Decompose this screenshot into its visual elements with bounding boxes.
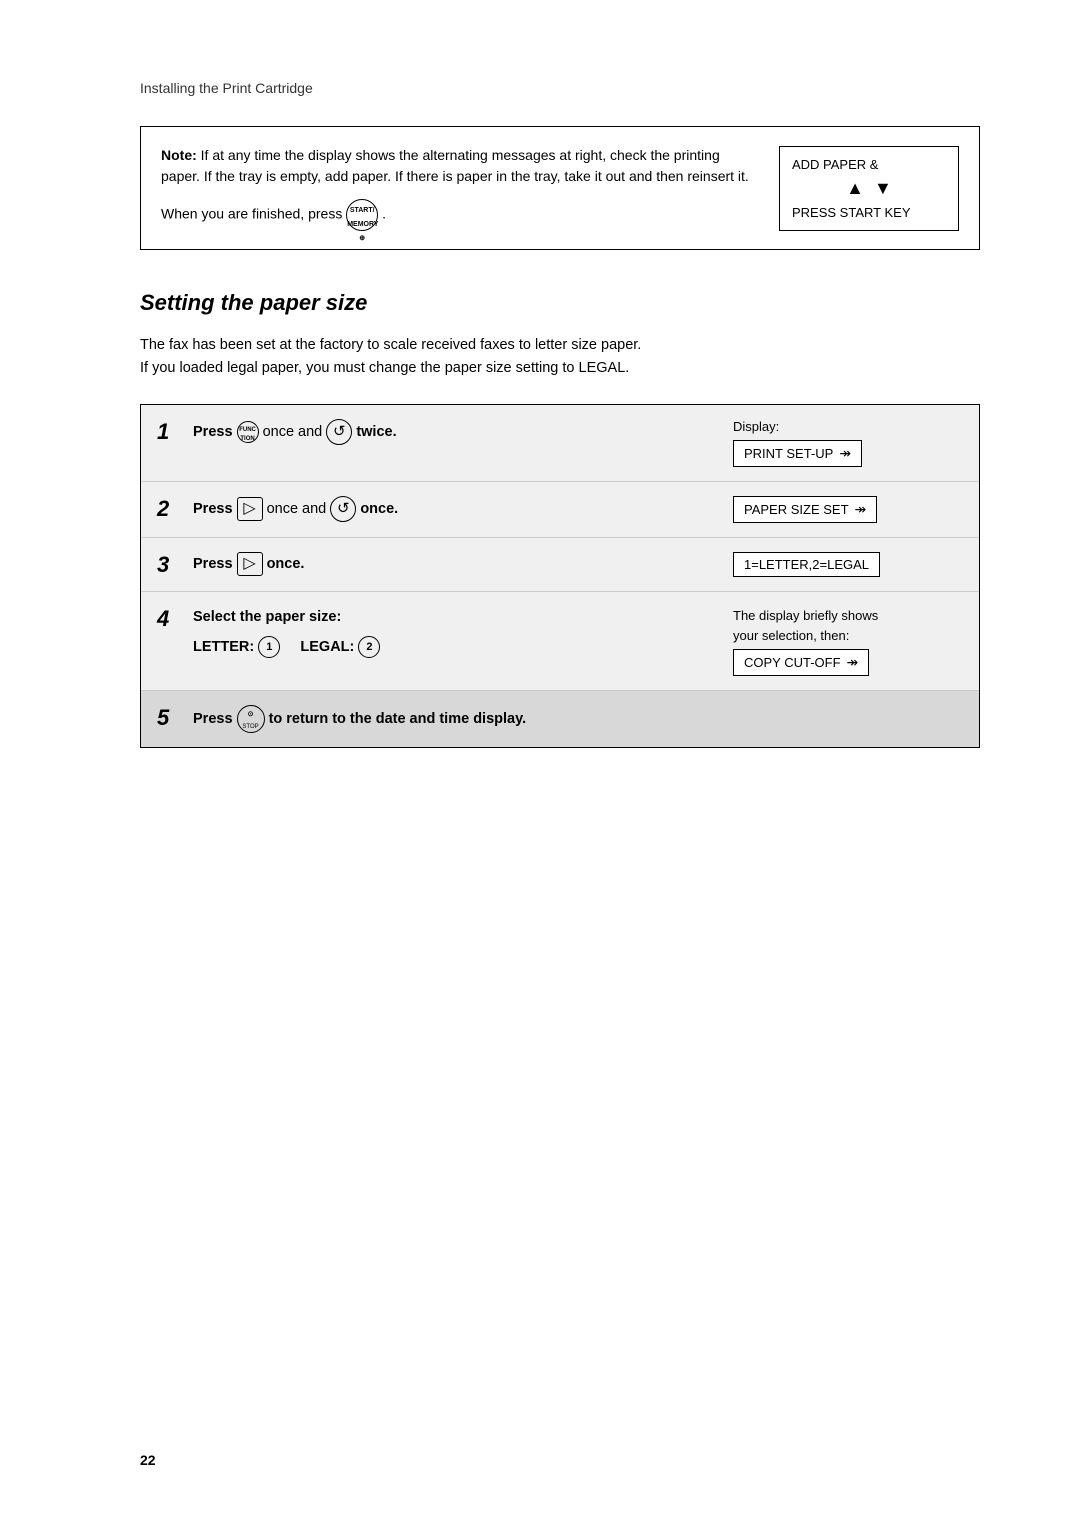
step-row-5: 5 Press ⊙STOP to return to the date and … [141, 691, 979, 747]
step-display-2: PAPER SIZE SET ↠ [733, 496, 963, 523]
key-2-icon: 2 [358, 636, 380, 658]
display-arrow-2: ↠ [855, 501, 867, 518]
function-button-icon: FUNCTION [237, 421, 259, 443]
display-arrow-4: ↠ [847, 654, 859, 671]
note-right-box: ADD PAPER & ▲ ▼ PRESS START KEY [779, 146, 959, 231]
section-title: Setting the paper size [140, 290, 980, 316]
step-number-4: 4 [157, 606, 185, 630]
right-nav-3-icon: ▷ [237, 552, 263, 576]
right-nav-icon: ▷ [237, 497, 263, 521]
add-paper-text: ADD PAPER & [792, 157, 946, 172]
display-multi-4: The display briefly shows your selection… [733, 606, 878, 645]
display-box-4: COPY CUT-OFF ↠ [733, 649, 869, 676]
up-arrow-icon: ▲ [846, 178, 864, 199]
note-label: Note: [161, 147, 197, 163]
step-row-2: 2 Press ▷ once and ↺ once. PAPER SIZE SE… [141, 482, 979, 538]
section-intro: The fax has been set at the factory to s… [140, 334, 980, 380]
display-arrow-1: ↠ [839, 445, 851, 462]
scroll-up-2-icon: ↺ [330, 496, 356, 522]
key-1-icon: 1 [258, 636, 280, 658]
note-finish: When you are finished, press START/MEMOR… [161, 199, 759, 231]
note-box: Note: If at any time the display shows t… [140, 126, 980, 250]
step4-sub: LETTER: 1 LEGAL: 2 [193, 636, 733, 659]
step-content-4: Select the paper size: LETTER: 1 LEGAL: … [193, 606, 733, 658]
step-number-1: 1 [157, 419, 185, 443]
down-arrow-icon: ▼ [874, 178, 892, 199]
display-box-2: PAPER SIZE SET ↠ [733, 496, 877, 523]
step-display-1: Display: PRINT SET-UP ↠ [733, 419, 963, 467]
note-text: If at any time the display shows the alt… [161, 147, 749, 184]
step-content-1: Press FUNCTION once and ↺ twice. [193, 419, 733, 445]
note-left: Note: If at any time the display shows t… [161, 145, 759, 231]
steps-box: 1 Press FUNCTION once and ↺ twice. Displ… [140, 404, 980, 748]
step-row-3: 3 Press ▷ once. 1=LETTER,2=LEGAL [141, 538, 979, 592]
stop-button-icon: ⊙STOP [237, 705, 265, 733]
press-start-text: PRESS START KEY [792, 205, 946, 220]
step-row-1: 1 Press FUNCTION once and ↺ twice. Displ… [141, 405, 979, 482]
arrows-display: ▲ ▼ [792, 178, 946, 199]
display-box-3: 1=LETTER,2=LEGAL [733, 552, 880, 577]
step-number-5: 5 [157, 705, 185, 729]
start-memory-icon: START/MEMORY⊕ [346, 199, 378, 231]
step-content-5: Press ⊙STOP to return to the date and ti… [193, 705, 963, 733]
step-display-3: 1=LETTER,2=LEGAL [733, 552, 963, 577]
step-display-4: The display briefly shows your selection… [733, 606, 963, 676]
display-box-1: PRINT SET-UP ↠ [733, 440, 862, 467]
step-number-3: 3 [157, 552, 185, 576]
step-number-2: 2 [157, 496, 185, 520]
step-content-3: Press ▷ once. [193, 552, 733, 576]
page-number: 22 [140, 1452, 156, 1468]
step-row-4: 4 Select the paper size: LETTER: 1 LEGAL… [141, 592, 979, 691]
step-content-2: Press ▷ once and ↺ once. [193, 496, 733, 522]
scroll-up-icon: ↺ [326, 419, 352, 445]
page-header: Installing the Print Cartridge [140, 80, 980, 96]
